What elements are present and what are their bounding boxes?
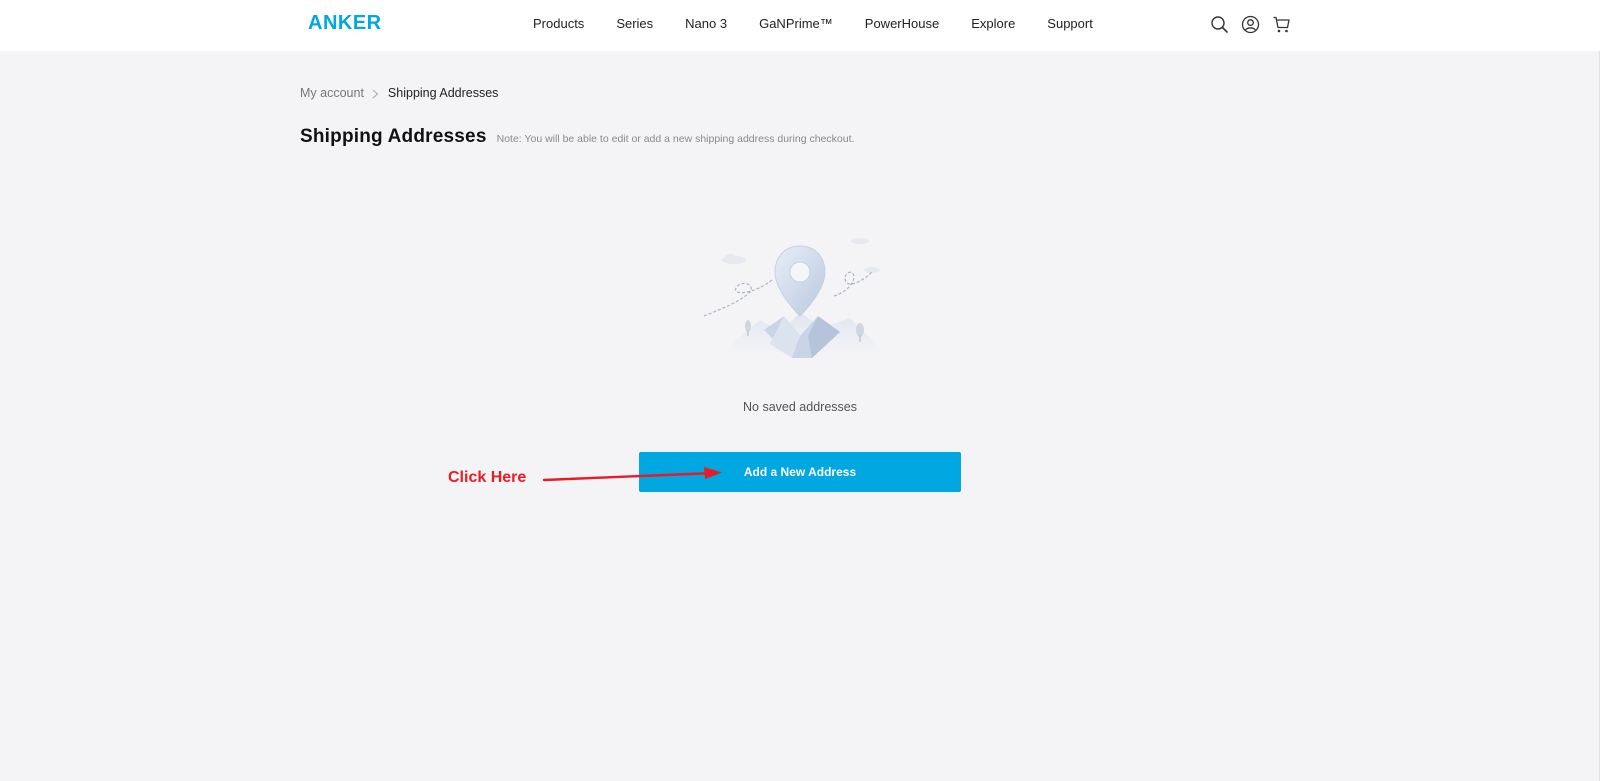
page-note: Note: You will be able to edit or add a … [496,133,855,145]
nav-ganprime[interactable]: GaNPrime™ [759,16,833,31]
main-nav: Products Series Nano 3 GaNPrime™ PowerHo… [533,16,1125,31]
anker-logo[interactable]: ANKER [308,12,382,35]
nav-explore[interactable]: Explore [971,16,1015,31]
annotation-arrow [542,467,722,482]
nav-powerhouse[interactable]: PowerHouse [865,16,939,31]
breadcrumb-my-account[interactable]: My account [300,86,364,100]
nav-products[interactable]: Products [533,16,584,31]
account-icon[interactable] [1241,15,1260,34]
nav-support[interactable]: Support [1047,16,1093,31]
nav-nano-3[interactable]: Nano 3 [685,16,727,31]
empty-state-message: No saved addresses [743,400,857,414]
breadcrumb-current: Shipping Addresses [387,86,499,100]
cart-icon[interactable] [1272,15,1291,34]
nav-series[interactable]: Series [616,16,653,31]
breadcrumb: My account Shipping Addresses [300,86,498,100]
title-row: Shipping Addresses Note: You will be abl… [300,126,854,148]
chevron-right-icon [372,88,379,99]
search-icon[interactable] [1210,15,1229,34]
click-here-annotation: Click Here [448,469,527,486]
location-pin-icon [700,236,900,376]
header-icons [1210,15,1291,34]
page-title: Shipping Addresses [300,126,487,147]
top-header: ANKER Products Series Nano 3 GaNPrime™ P… [0,0,1600,51]
